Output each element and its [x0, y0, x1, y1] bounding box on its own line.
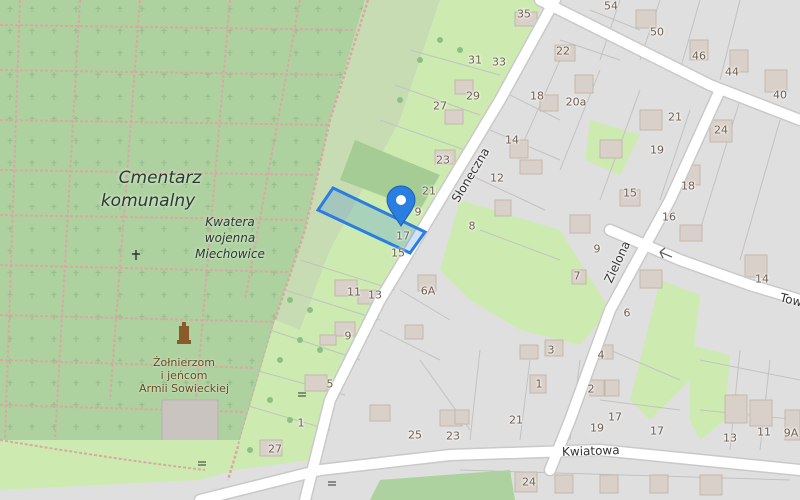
house-number: 44 [725, 65, 739, 79]
house-number: 54 [604, 0, 618, 13]
house-number: 27 [268, 442, 282, 456]
house-number: 9 [414, 205, 422, 219]
house-number: 24 [714, 123, 728, 137]
house-number: 15 [391, 246, 405, 260]
house-number: 19 [590, 421, 604, 435]
house-number: 14 [755, 272, 769, 286]
house-number: 35 [517, 7, 531, 21]
house-number: 27 [433, 99, 447, 113]
map-view[interactable]: Cmentarz komunalny Kwatera wojenna Miech… [0, 0, 800, 500]
house-number: 25 [408, 428, 422, 442]
house-number: 21 [509, 413, 523, 427]
house-number: 46 [692, 49, 706, 63]
house-number: 15 [623, 186, 637, 200]
house-number: 7 [573, 269, 581, 283]
house-number: 23 [446, 429, 460, 443]
house-number: 18 [681, 179, 695, 193]
house-number: 11 [347, 285, 361, 299]
house-number: 22 [556, 44, 570, 58]
house-number: 40 [773, 88, 787, 102]
house-number: 20a [565, 95, 587, 109]
house-number: 9A [783, 426, 799, 440]
house-number: 12 [490, 171, 504, 185]
house-number: 18 [530, 89, 544, 103]
memorial-line-3: Armii Sowieckiej [138, 382, 230, 395]
house-number: 6 [623, 306, 631, 320]
house-number: 1 [297, 416, 305, 430]
house-number: 13 [368, 288, 382, 302]
memorial-line-2: i jeńcom [160, 369, 208, 382]
house-number: 13 [723, 431, 737, 445]
house-number: 8 [468, 219, 476, 233]
house-number: 31 [468, 53, 482, 67]
section-line-3: Miechowice [195, 247, 265, 261]
house-number: 21 [668, 110, 682, 124]
house-number: 17 [650, 424, 664, 438]
house-number: 17 [608, 410, 622, 424]
house-number: 5 [326, 377, 334, 391]
cemetery-name-2: komunalny [100, 191, 196, 211]
cemetery-name-1: Cmentarz [118, 168, 202, 188]
house-number: 50 [650, 25, 664, 39]
house-number: 19 [650, 143, 664, 157]
street-label-kwiatowa: Kwiatowa [561, 442, 620, 460]
house-number: 23 [436, 153, 450, 167]
house-number: 9 [344, 329, 352, 343]
house-number: 16 [662, 210, 676, 224]
house-number: 3 [547, 343, 555, 357]
house-number: 29 [466, 89, 480, 103]
memorial-line-1: Żołnierzom [153, 356, 215, 369]
house-number: 14 [505, 133, 519, 147]
section-line-1: Kwatera [205, 215, 255, 229]
house-number: 1 [535, 377, 543, 391]
house-number: 6A [420, 284, 436, 298]
house-number: 9 [593, 242, 601, 256]
house-number: 11 [757, 425, 771, 439]
section-line-2: wojenna [204, 231, 256, 245]
house-number: 33 [492, 55, 506, 69]
house-number: 2 [587, 382, 595, 396]
house-number: 21 [422, 184, 436, 198]
memorial-label: Żołnierzom i jeńcom Armii Sowieckiej [139, 356, 229, 395]
house-number: 24 [522, 475, 536, 489]
house-number: 4 [597, 348, 605, 362]
house-number: 17 [396, 229, 410, 243]
